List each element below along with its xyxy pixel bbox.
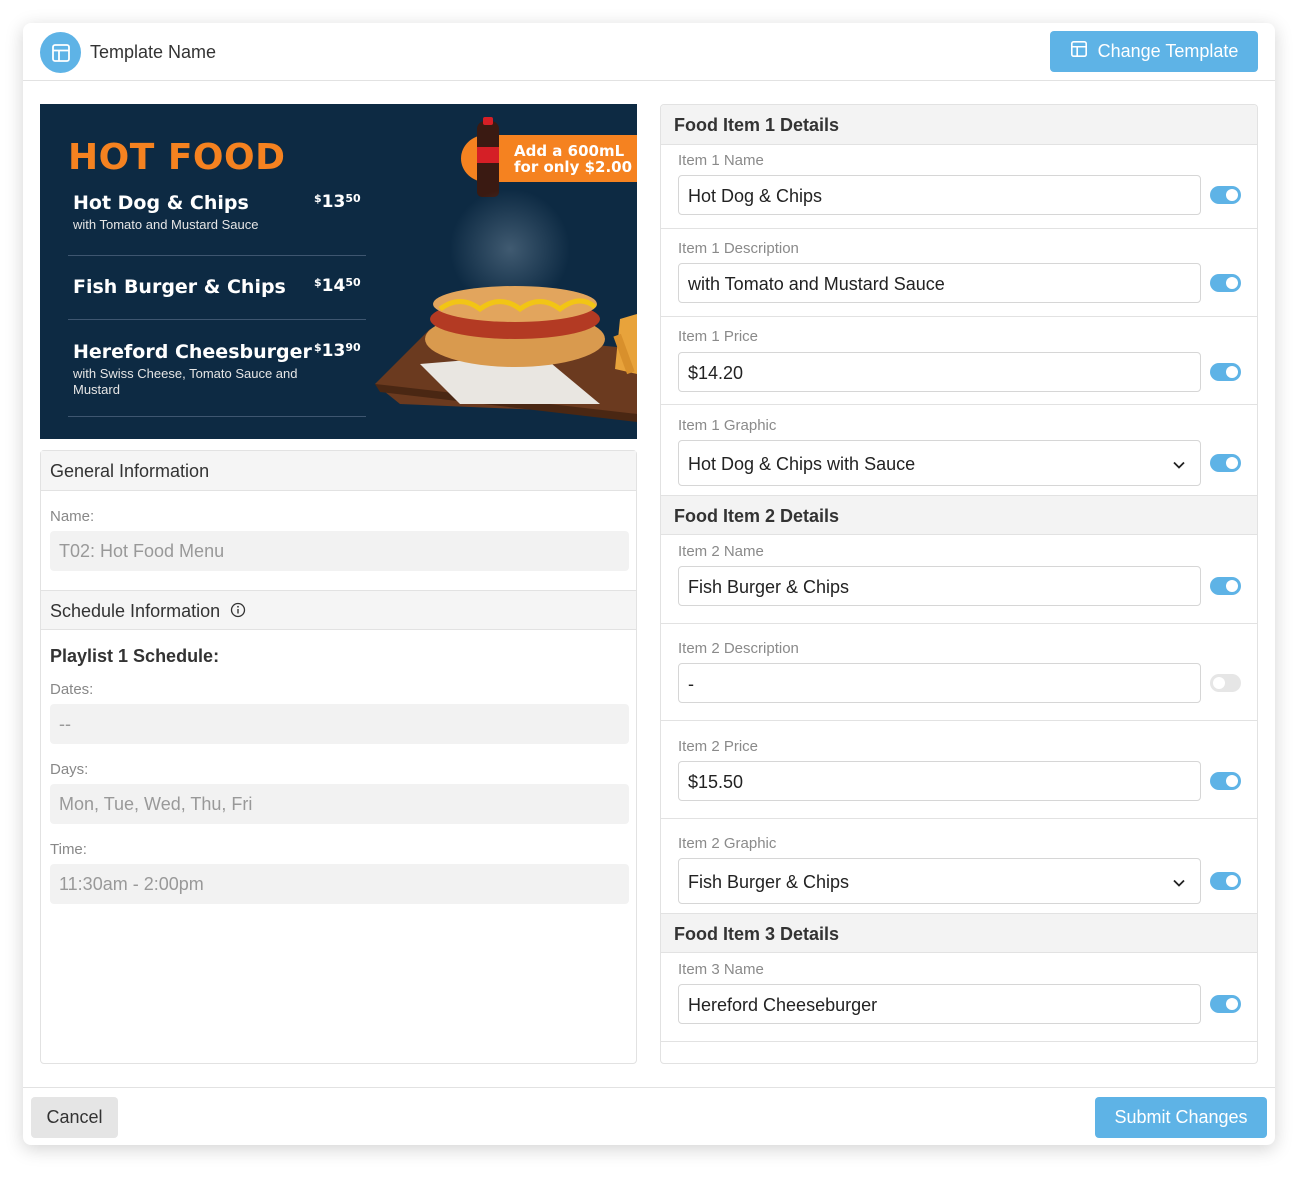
item-2-price-toggle[interactable]: [1210, 772, 1241, 790]
template-preview: HOT FOOD Hot Dog & Chips with Tomato and…: [40, 104, 637, 439]
item-2-graphic-toggle[interactable]: [1210, 872, 1241, 890]
item-1-graphic-label: Item 1 Graphic: [678, 417, 777, 434]
item-2-price-label: Item 2 Price: [678, 738, 759, 755]
item-3-name-input[interactable]: Hereford Cheeseburger: [678, 984, 1201, 1024]
item-1-graphic-toggle[interactable]: [1210, 454, 1241, 472]
modal-header: Template Name Change Template: [23, 23, 1275, 81]
layout-icon: [1070, 40, 1088, 63]
left-info-panel: General Information Name: T02: Hot Food …: [40, 450, 637, 1064]
item-2-name-input[interactable]: Fish Burger & Chips: [678, 566, 1201, 606]
item-2-price-input[interactable]: $15.50: [678, 761, 1201, 801]
item-1-description-label: Item 1 Description: [678, 240, 799, 257]
template-name: Template Name: [90, 42, 217, 62]
item-1-description-input[interactable]: with Tomato and Mustard Sauce: [678, 263, 1201, 303]
days-field: Mon, Tue, Wed, Thu, Fri: [50, 784, 629, 824]
chevron-down-icon: [1172, 874, 1186, 895]
item-2-description-toggle[interactable]: [1210, 674, 1241, 692]
food-item-3-heading: Food Item 3 Details: [661, 913, 1257, 953]
dates-label: Dates:: [50, 681, 94, 698]
item-1-price-toggle[interactable]: [1210, 363, 1241, 381]
cancel-button[interactable]: Cancel: [31, 1097, 118, 1138]
template-editor-modal: Template Name Change Template HOT FOOD H…: [23, 23, 1275, 1145]
chevron-down-icon: [1172, 456, 1186, 477]
item-2-description-input[interactable]: -: [678, 663, 1201, 703]
days-label: Days:: [50, 761, 89, 778]
item-1-graphic-select[interactable]: Hot Dog & Chips with Sauce: [678, 440, 1201, 486]
layout-icon: [40, 32, 81, 73]
time-label: Time:: [50, 841, 87, 858]
dates-field: --: [50, 704, 629, 744]
food-items-panel[interactable]: Food Item 1 Details Item 1 Name Hot Dog …: [660, 104, 1258, 1064]
name-label: Name:: [50, 508, 95, 525]
item-2-description-label: Item 2 Description: [678, 640, 799, 657]
item-2-graphic-value: Fish Burger & Chips: [688, 872, 850, 892]
item-1-description-toggle[interactable]: [1210, 274, 1241, 292]
item-1-name-label: Item 1 Name: [678, 152, 764, 169]
item-2-name-label: Item 2 Name: [678, 543, 764, 560]
item-3-name-toggle[interactable]: [1210, 995, 1241, 1013]
change-template-label: Change Template: [1097, 41, 1239, 61]
item-2-name-toggle[interactable]: [1210, 577, 1241, 595]
item-1-name-toggle[interactable]: [1210, 186, 1241, 204]
general-info-heading: General Information: [41, 451, 636, 491]
name-field: T02: Hot Food Menu: [50, 531, 629, 571]
schedule-info-heading: Schedule Information: [41, 590, 636, 630]
item-2-graphic-select[interactable]: Fish Burger & Chips: [678, 858, 1201, 904]
item-1-graphic-value: Hot Dog & Chips with Sauce: [688, 454, 916, 474]
change-template-button[interactable]: Change Template: [1050, 31, 1258, 72]
time-field: 11:30am - 2:00pm: [50, 864, 629, 904]
item-2-graphic-label: Item 2 Graphic: [678, 835, 777, 852]
item-1-price-input[interactable]: $14.20: [678, 352, 1201, 392]
submit-changes-button[interactable]: Submit Changes: [1095, 1097, 1267, 1138]
food-item-1-heading: Food Item 1 Details: [661, 105, 1257, 145]
playlist-schedule-label: Playlist 1 Schedule:: [50, 646, 220, 666]
hot-dog-image: [375, 189, 637, 422]
info-circle-icon[interactable]: [230, 602, 246, 629]
food-item-2-heading: Food Item 2 Details: [661, 495, 1257, 535]
item-1-price-label: Item 1 Price: [678, 328, 759, 345]
item-3-name-label: Item 3 Name: [678, 961, 764, 978]
modal-footer: Cancel Submit Changes: [23, 1087, 1275, 1145]
item-1-name-input[interactable]: Hot Dog & Chips: [678, 175, 1201, 215]
